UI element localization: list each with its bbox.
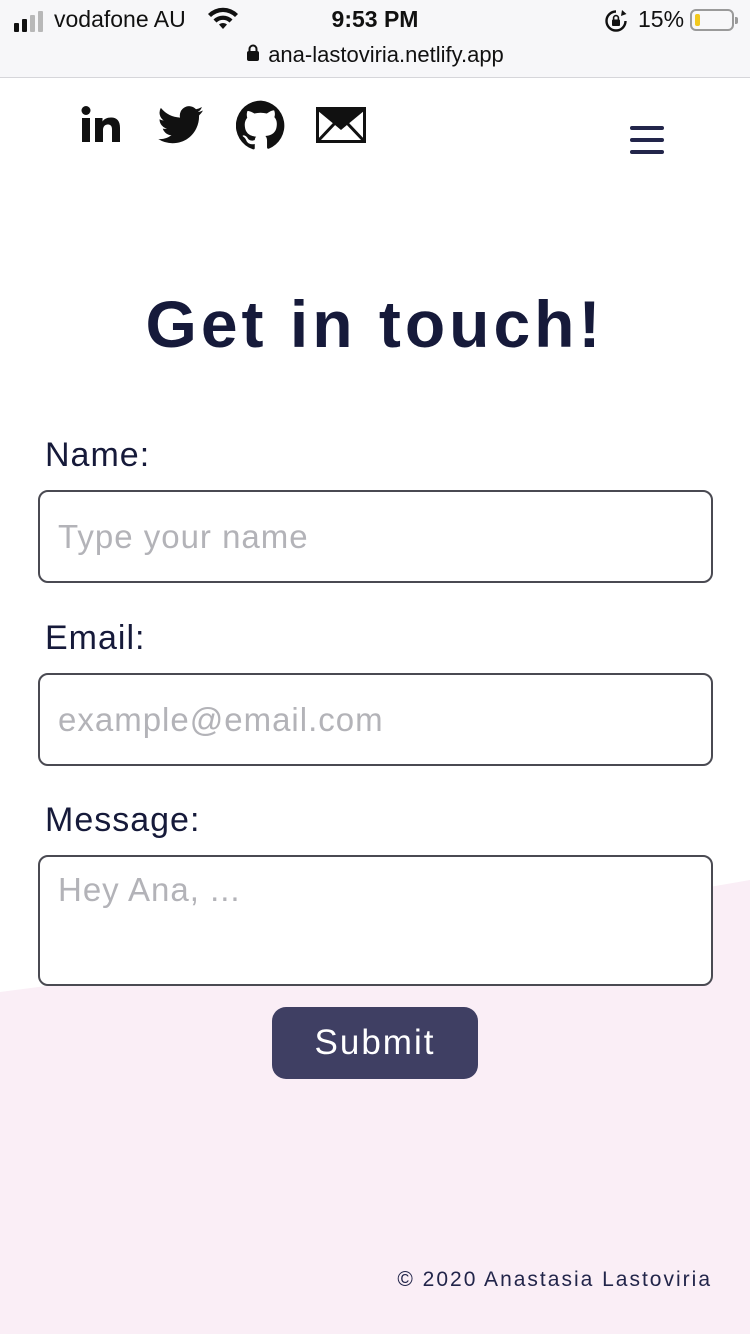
twitter-icon[interactable] [156, 100, 206, 150]
hamburger-menu-icon[interactable] [630, 126, 664, 154]
battery-level [695, 14, 700, 26]
lock-icon [246, 44, 260, 67]
page-title: Get in touch! [145, 287, 605, 361]
address-bar[interactable]: ana-lastoviria.netlify.app [0, 40, 750, 70]
linkedin-icon[interactable] [76, 100, 126, 150]
submit-button[interactable]: Submit [272, 1007, 478, 1079]
orientation-lock-icon [604, 9, 628, 38]
mail-icon[interactable] [316, 100, 366, 150]
message-label: Message: [45, 801, 201, 839]
battery-icon [690, 9, 738, 31]
social-links [76, 100, 366, 150]
name-input[interactable] [38, 490, 713, 583]
message-textarea[interactable] [38, 855, 713, 986]
name-label: Name: [45, 436, 151, 474]
email-input[interactable] [38, 673, 713, 766]
battery-percent: 15% [638, 6, 685, 32]
page-url: ana-lastoviria.netlify.app [268, 42, 504, 67]
github-icon[interactable] [236, 100, 286, 150]
footer-copyright: © 2020 Anastasia Lastoviria [397, 1268, 712, 1291]
status-bar: vodafone AU 9:53 PM 15% ana-lastoviria.n… [0, 0, 750, 78]
email-label: Email: [45, 619, 146, 657]
